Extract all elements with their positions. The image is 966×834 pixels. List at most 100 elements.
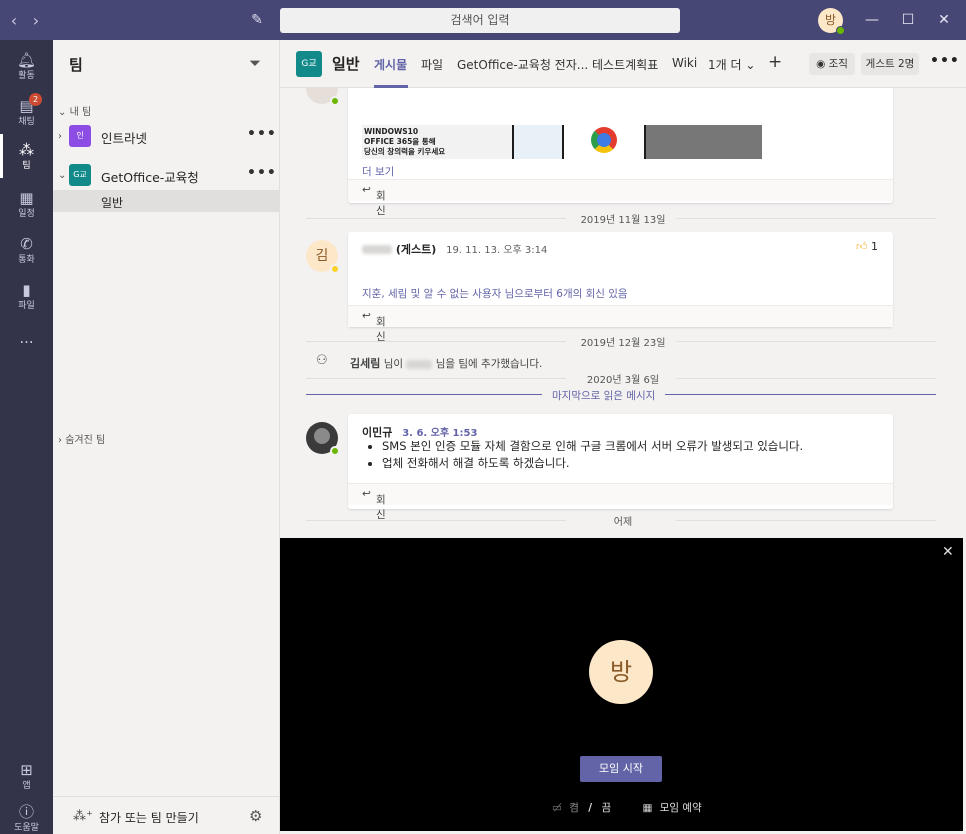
org-button-label: 조직 xyxy=(828,58,848,70)
post-card: WINDOWS10 OFFICE 365을 통해 당신의 창의력을 키우세요 더… xyxy=(348,88,893,217)
team-row-getoffice[interactable]: ⌄ G교 GetOffice-교육청 ••• xyxy=(53,162,280,188)
reply-action[interactable]: ↩ 회신 xyxy=(362,184,386,217)
reply-bar[interactable]: ↩ 회신 xyxy=(348,179,893,217)
forward-arrow-icon[interactable]: › xyxy=(25,11,47,30)
compose-icon[interactable]: ✎ xyxy=(248,11,266,29)
reply-action[interactable]: ↩ 회신 xyxy=(362,488,386,521)
see-more-link[interactable]: 더 보기 xyxy=(362,164,394,179)
team-name: 인트라넷 xyxy=(101,131,148,146)
rail-activity[interactable]: 🔔︎ 활동 xyxy=(0,44,53,88)
maximize-icon[interactable]: ☐ xyxy=(898,10,918,30)
user-avatar[interactable]: 방 xyxy=(818,8,845,35)
preview-text: OFFICE 365을 통해 xyxy=(364,137,436,146)
join-create-team-link[interactable]: 참가 또는 팀 만들기 xyxy=(99,809,199,826)
filter-icon[interactable]: ⏷ xyxy=(249,54,261,72)
chevron-right-icon: › xyxy=(58,131,62,142)
channel-team-tile: G교 xyxy=(296,51,322,77)
reply-bar[interactable]: ↩ 회신 xyxy=(348,483,893,521)
channel-label: 일반 xyxy=(101,196,124,210)
user-initial: 방 xyxy=(824,13,837,27)
help-icon: ⓘ xyxy=(18,803,34,821)
avatar-photo xyxy=(314,428,330,444)
channel-item-general[interactable]: 일반 xyxy=(53,190,280,212)
chevron-down-icon: ⌄ xyxy=(745,58,756,72)
conversation-feed[interactable]: WINDOWS10 OFFICE 365을 통해 당신의 창의력을 키우세요 더… xyxy=(280,88,966,538)
team-more-icon[interactable]: ••• xyxy=(247,165,277,181)
avatar[interactable]: 김 xyxy=(306,240,340,274)
more-options-icon[interactable]: ••• xyxy=(930,53,960,69)
post-header: (게스트) 19. 11. 13. 오후 3:14 xyxy=(362,241,547,257)
bell-icon: 🔔︎ xyxy=(16,51,37,69)
rail-label: 팀 xyxy=(22,161,31,171)
like-reaction[interactable]: 👍︎ 1 xyxy=(856,240,878,253)
rail-label: 채팅 xyxy=(18,117,35,127)
rail-help[interactable]: ⓘ 도움말 xyxy=(0,796,53,834)
back-arrow-icon[interactable]: ‹ xyxy=(3,11,25,30)
post-card: (게스트) 19. 11. 13. 오후 3:14 👍︎ 1 지훈, 세림 및 … xyxy=(348,232,893,343)
channel-title: 일반 xyxy=(332,55,360,73)
preview-thumb xyxy=(646,125,762,159)
chrome-logo-icon xyxy=(564,125,644,159)
redacted-name xyxy=(362,245,392,254)
link-preview-image[interactable]: WINDOWS10 OFFICE 365을 통해 당신의 창의력을 키우세요 xyxy=(362,125,762,159)
tab-test-plan[interactable]: 테스트계획표 xyxy=(592,56,658,73)
rail-teams[interactable]: ⁂ 팀 xyxy=(0,134,53,178)
meeting-avatar: 방 xyxy=(589,640,653,704)
avatar xyxy=(306,88,340,106)
tab-posts[interactable]: 게시물 xyxy=(374,56,407,73)
rail-label: 앱 xyxy=(22,781,31,791)
unread-badge: 2 xyxy=(29,93,42,106)
add-member-icon: ⚇ xyxy=(316,353,328,368)
team-tile: G교 xyxy=(69,164,91,186)
gear-icon[interactable]: ⚙ xyxy=(249,807,262,825)
minimize-icon[interactable]: — xyxy=(862,10,882,30)
my-teams-label: 내 팀 xyxy=(69,107,92,118)
camera-off-icon[interactable]: ▭̸ xyxy=(552,802,562,814)
rail-calendar[interactable]: ▦ 일정 xyxy=(0,182,53,226)
avatar[interactable] xyxy=(306,422,340,456)
close-icon[interactable]: ✕ xyxy=(942,544,954,560)
system-text: 님을 팀에 추가했습니다. xyxy=(432,358,543,370)
reply-action[interactable]: ↩ 회신 xyxy=(362,310,386,343)
separator: / xyxy=(588,802,593,814)
presence-available-icon xyxy=(836,26,845,35)
my-teams-header[interactable]: ⌄ 내 팀 xyxy=(58,103,91,118)
preview-text: 당신의 창의력을 키우세요 xyxy=(364,147,446,156)
org-button[interactable]: ◉ 조직 xyxy=(809,53,855,75)
search-input[interactable]: 검색어 입력 xyxy=(280,8,680,33)
close-window-icon[interactable]: ✕ xyxy=(934,10,954,30)
channel-header: G교 일반 게시물 파일 GetOffice-교육청 전자... 테스트계획표 … xyxy=(280,40,966,88)
guests-button[interactable]: 게스트 2명 xyxy=(861,53,919,75)
start-meeting-button[interactable]: 모임 시작 xyxy=(580,756,662,782)
tab-more[interactable]: 1개 더 ⌄ xyxy=(708,56,755,73)
rail-calls[interactable]: ✆ 통화 xyxy=(0,228,53,272)
apps-icon: ⊞ xyxy=(20,761,33,779)
rail-files[interactable]: ▮ 파일 xyxy=(0,274,53,318)
post-bullet: SMS 본인 인증 모듈 자체 결함으로 인해 구글 크롬에서 서버 오류가 발… xyxy=(382,438,803,455)
system-actor: 김세림 xyxy=(350,357,381,370)
reply-bar[interactable]: ↩ 회신 xyxy=(348,305,893,343)
tab-wiki[interactable]: Wiki xyxy=(672,56,697,70)
eye-icon: ◉ xyxy=(816,58,826,70)
team-row-intranet[interactable]: › 인 인트라넷 ••• xyxy=(53,123,280,149)
thumbs-up-icon: 👍︎ xyxy=(856,240,868,253)
camera-on-label[interactable]: 켬 xyxy=(569,802,579,814)
team-more-icon[interactable]: ••• xyxy=(247,126,277,142)
teams-panel: 팀 ⏷ ⌄ 내 팀 › 인 인트라넷 ••• ⌄ G교 GetOffice-교육… xyxy=(53,40,280,834)
rail-chat[interactable]: ▤ 채팅 2 xyxy=(0,90,53,134)
tab-files[interactable]: 파일 xyxy=(421,56,443,73)
rail-apps[interactable]: ⊞ 앱 xyxy=(0,754,53,798)
schedule-meeting-link[interactable]: 모임 예약 xyxy=(660,802,702,814)
redacted-name xyxy=(406,359,433,369)
add-tab-icon[interactable]: + xyxy=(768,52,782,72)
chat-icon: ▤ xyxy=(19,97,34,115)
rail-more[interactable]: ... xyxy=(0,322,53,366)
meeting-options: ▭̸ 켬 / 끔 ▦ 모임 예약 xyxy=(552,800,702,815)
tab-document[interactable]: GetOffice-교육청 전자... xyxy=(457,56,588,73)
rail-label: 통화 xyxy=(18,255,35,265)
guest-tag: (게스트) xyxy=(395,243,437,256)
date-separator: 2019년 11월 13일 xyxy=(280,211,966,226)
camera-off-label[interactable]: 끔 xyxy=(601,802,611,814)
hidden-teams-header[interactable]: › 숨겨진 팀 xyxy=(58,431,105,446)
replies-link[interactable]: 지훈, 세림 및 알 수 없는 사용자 님으로부터 6개의 회신 있음 xyxy=(362,286,628,301)
